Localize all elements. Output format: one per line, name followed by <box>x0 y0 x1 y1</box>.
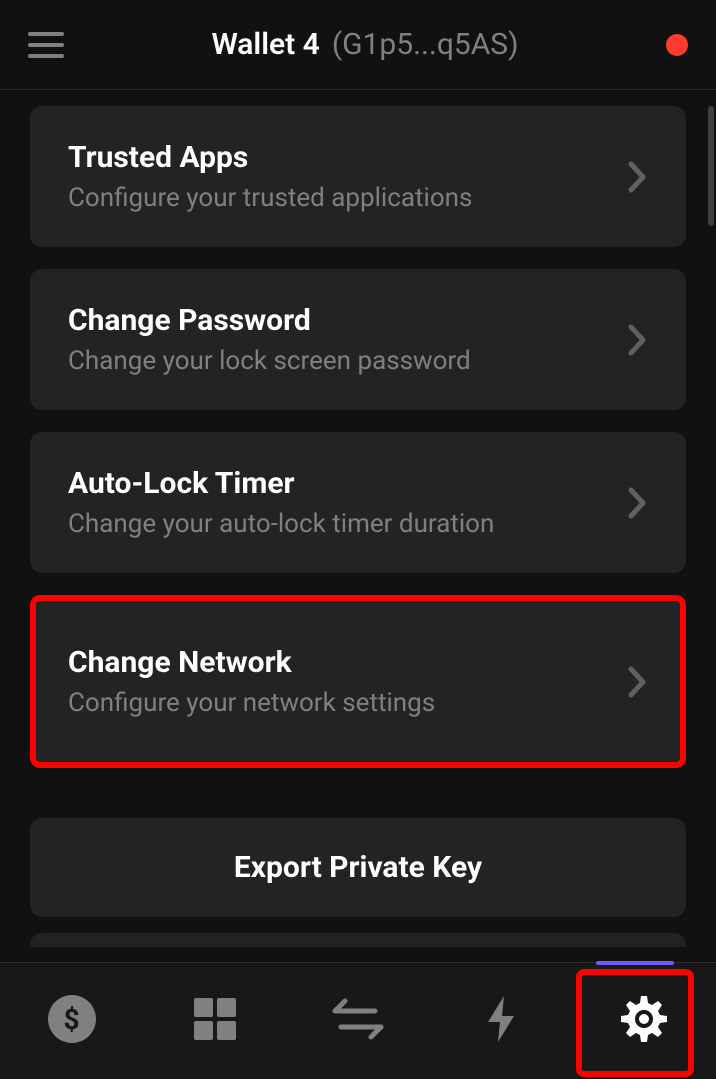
wallet-address: (G1p5...q5AS) <box>332 27 519 62</box>
dollar-icon: $ <box>48 995 96 1043</box>
nav-tab-wallet[interactable]: $ <box>42 989 102 1049</box>
settings-item-auto-lock-timer[interactable]: Auto-Lock Timer Change your auto-lock ti… <box>30 432 686 573</box>
chevron-right-icon <box>628 666 648 698</box>
export-label: Export Private Key <box>234 850 482 885</box>
menu-button[interactable] <box>28 32 64 58</box>
wallet-name: Wallet 4 <box>211 27 319 62</box>
settings-item-subtitle: Configure your network settings <box>68 688 435 718</box>
settings-item-subtitle: Configure your trusted applications <box>68 183 472 213</box>
settings-item-title: Change Password <box>68 303 471 338</box>
settings-item-title: Trusted Apps <box>68 140 472 175</box>
bottom-navigation: $ <box>0 962 716 1079</box>
nav-tab-swap[interactable] <box>328 989 388 1049</box>
chevron-right-icon <box>628 487 648 519</box>
settings-item-subtitle: Change your lock screen password <box>68 346 471 376</box>
nav-tab-settings[interactable] <box>614 989 674 1049</box>
gear-icon <box>619 994 669 1044</box>
chevron-right-icon <box>628 324 648 356</box>
partial-next-item <box>30 933 686 947</box>
nav-tab-collectibles[interactable] <box>185 989 245 1049</box>
active-tab-indicator <box>596 961 674 965</box>
scroll-indicator <box>708 106 714 226</box>
settings-item-change-network[interactable]: Change Network Configure your network se… <box>30 595 686 768</box>
swap-icon <box>331 997 385 1041</box>
settings-item-title: Change Network <box>68 645 435 680</box>
lightning-icon <box>484 994 518 1044</box>
settings-item-trusted-apps[interactable]: Trusted Apps Configure your trusted appl… <box>30 106 686 247</box>
settings-item-subtitle: Change your auto-lock timer duration <box>68 509 494 539</box>
settings-item-change-password[interactable]: Change Password Change your lock screen … <box>30 269 686 410</box>
export-private-key-button[interactable]: Export Private Key <box>30 818 686 917</box>
nav-tab-activity[interactable] <box>471 989 531 1049</box>
settings-content: Trusted Apps Configure your trusted appl… <box>0 90 716 962</box>
app-header: Wallet 4 (G1p5...q5AS) <box>0 0 716 90</box>
settings-item-title: Auto-Lock Timer <box>68 466 494 501</box>
connection-status-indicator <box>666 34 688 56</box>
chevron-right-icon <box>628 161 648 193</box>
wallet-selector[interactable]: Wallet 4 (G1p5...q5AS) <box>211 27 518 62</box>
grid-icon <box>192 996 238 1042</box>
